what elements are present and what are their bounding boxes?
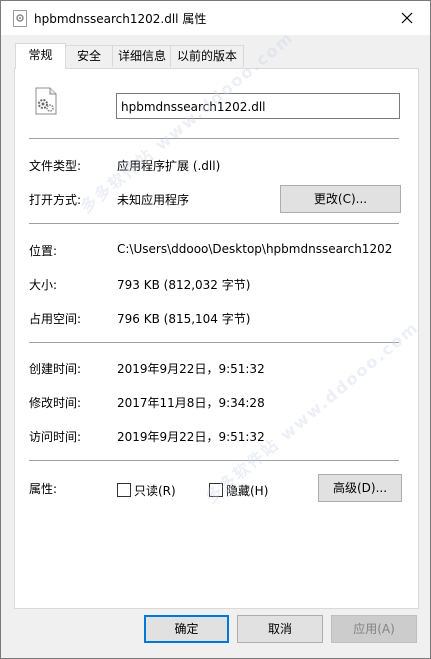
filename-field[interactable]: hpbmdnssearch1202.dll xyxy=(116,93,400,119)
divider xyxy=(29,460,399,461)
hidden-label[interactable]: 隐藏(H) xyxy=(226,482,268,499)
close-icon xyxy=(401,12,413,24)
created-label: 创建时间: xyxy=(29,362,82,376)
location-label: 位置: xyxy=(29,244,58,258)
divider xyxy=(29,342,399,343)
title-bar[interactable]: hpbmdnssearch1202.dll 属性 xyxy=(1,1,430,35)
size-label: 大小: xyxy=(29,278,58,292)
change-button[interactable]: 更改(C)... xyxy=(280,185,401,213)
readonly-checkbox[interactable] xyxy=(117,483,131,497)
size-value: 793 KB (812,032 字节) xyxy=(117,278,251,292)
tab-security[interactable]: 安全 xyxy=(64,45,114,67)
general-panel: hpbmdnssearch1202.dll 文件类型: 应用程序扩展 (.dll… xyxy=(14,27,422,609)
location-value: C:\Users\ddooo\Desktop\hpbmdnssearch1202 xyxy=(117,242,393,256)
divider xyxy=(29,223,399,224)
cancel-button[interactable]: 取消 xyxy=(237,615,323,643)
size-on-disk-label: 占用空间: xyxy=(29,312,82,326)
attributes-label: 属性: xyxy=(29,482,58,496)
dll-file-icon xyxy=(13,10,27,27)
file-type-value: 应用程序扩展 (.dll) xyxy=(117,159,221,173)
tab-details[interactable]: 详细信息 xyxy=(112,45,172,67)
properties-window: hpbmdnssearch1202.dll 属性 常规 安全 详细信息 以前的版… xyxy=(0,0,431,659)
opens-with-value: 未知应用程序 xyxy=(117,193,190,207)
modified-label: 修改时间: xyxy=(29,396,82,410)
modified-value: 2017年11月8日，9:34:28 xyxy=(117,396,265,410)
apply-button[interactable]: 应用(A) xyxy=(331,615,417,643)
size-on-disk-value: 796 KB (815,104 字节) xyxy=(117,312,251,326)
readonly-label[interactable]: 只读(R) xyxy=(134,482,176,499)
divider xyxy=(29,138,399,139)
accessed-value: 2019年9月22日，9:51:32 xyxy=(117,430,265,444)
ok-button[interactable]: 确定 xyxy=(144,615,229,643)
created-value: 2019年9月22日，9:51:32 xyxy=(117,362,265,376)
accessed-label: 访问时间: xyxy=(29,430,82,444)
tab-general[interactable]: 常规 xyxy=(15,43,66,69)
close-button[interactable] xyxy=(384,1,430,35)
dll-gear-file-icon xyxy=(35,87,57,118)
tab-previous-versions[interactable]: 以前的版本 xyxy=(170,45,244,67)
hidden-checkbox[interactable] xyxy=(209,483,223,497)
file-type-label: 文件类型: xyxy=(29,159,82,173)
opens-with-label: 打开方式: xyxy=(29,193,82,207)
advanced-button[interactable]: 高级(D)... xyxy=(318,474,402,502)
window-title: hpbmdnssearch1202.dll 属性 xyxy=(34,12,207,26)
